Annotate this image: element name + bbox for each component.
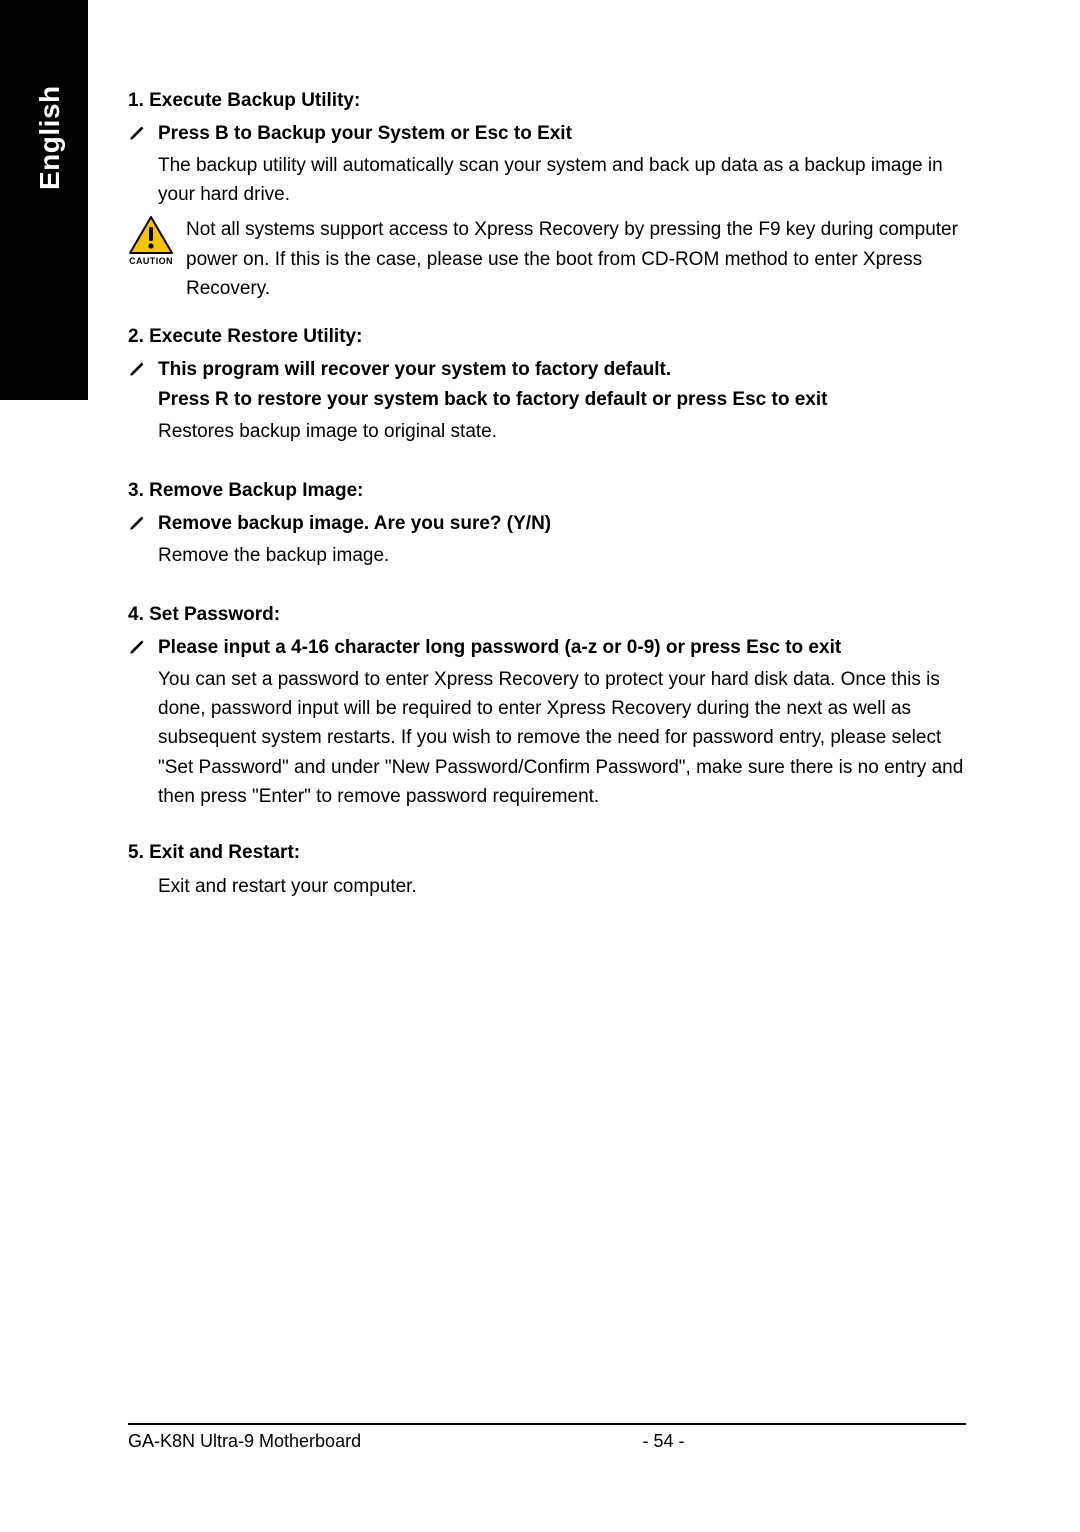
section-2-subheading-1: This program will recover your system to… xyxy=(158,356,671,385)
section-2-body: Restores backup image to original state. xyxy=(158,417,966,446)
language-tab-bar: English xyxy=(0,0,88,400)
caution-label: CAUTION xyxy=(128,256,174,266)
language-label: English xyxy=(34,85,66,190)
section-1-subheading: Press B to Backup your System or Esc to … xyxy=(158,120,572,149)
pencil-icon xyxy=(128,124,146,142)
section-5-heading: 5. Exit and Restart: xyxy=(128,842,966,864)
page-footer: GA-K8N Ultra-9 Motherboard - 54 - xyxy=(128,1423,966,1452)
section-1-bullet: Press B to Backup your System or Esc to … xyxy=(128,120,966,149)
section-4-subheading: Please input a 4-16 character long passw… xyxy=(158,634,841,663)
section-5-body: Exit and restart your computer. xyxy=(158,872,966,901)
pencil-icon xyxy=(128,360,146,378)
caution-block: CAUTION Not all systems support access t… xyxy=(128,215,966,303)
footer-page-number: - 54 - xyxy=(361,1431,966,1452)
caution-text: Not all systems support access to Xpress… xyxy=(186,215,966,303)
footer-divider xyxy=(128,1423,966,1425)
pencil-icon xyxy=(128,514,146,532)
section-3-bullet: Remove backup image. Are you sure? (Y/N) xyxy=(128,510,966,539)
section-1-heading: 1. Execute Backup Utility: xyxy=(128,90,966,112)
section-2-subheading-2: Press R to restore your system back to f… xyxy=(158,386,966,415)
section-2-bullet: This program will recover your system to… xyxy=(128,356,966,385)
section-3-subheading: Remove backup image. Are you sure? (Y/N) xyxy=(158,510,551,539)
section-3-heading: 3. Remove Backup Image: xyxy=(128,480,966,502)
page-content: 1. Execute Backup Utility: Press B to Ba… xyxy=(128,90,966,901)
caution-icon: CAUTION xyxy=(128,215,174,266)
section-4-body: You can set a password to enter Xpress R… xyxy=(158,665,966,812)
section-4-bullet: Please input a 4-16 character long passw… xyxy=(128,634,966,663)
footer-product-name: GA-K8N Ultra-9 Motherboard xyxy=(128,1431,361,1452)
pencil-icon xyxy=(128,638,146,656)
section-4-heading: 4. Set Password: xyxy=(128,604,966,626)
section-1-body: The backup utility will automatically sc… xyxy=(158,151,966,210)
section-2-heading: 2. Execute Restore Utility: xyxy=(128,326,966,348)
section-3-body: Remove the backup image. xyxy=(158,541,966,570)
